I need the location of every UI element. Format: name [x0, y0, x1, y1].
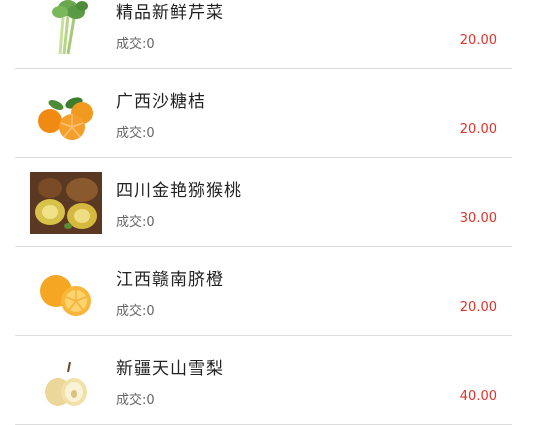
- tangerine-image: [30, 83, 102, 145]
- product-name: 广西沙糖桔: [116, 92, 206, 112]
- deal-count: 成交:0: [116, 215, 155, 230]
- product-price: 20.00: [459, 122, 497, 137]
- product-price: 30.00: [459, 211, 497, 226]
- product-price: 20.00: [459, 33, 497, 48]
- list-item[interactable]: 广西沙糖桔 成交:0 20.00: [15, 69, 512, 158]
- kiwi-image: [30, 172, 102, 234]
- deal-count: 成交:0: [116, 304, 155, 319]
- list-item[interactable]: 四川金艳猕猴桃 成交:0 30.00: [15, 158, 512, 247]
- deal-count: 成交:0: [116, 126, 155, 141]
- product-list: 精品新鲜芹菜 成交:0 20.00 广西沙糖桔 成交:0 20.00 四川金艳猕…: [15, 0, 512, 425]
- orange-image: [30, 261, 102, 323]
- product-price: 20.00: [459, 300, 497, 315]
- product-name: 江西赣南脐橙: [116, 270, 224, 290]
- product-name: 四川金艳猕猴桃: [116, 181, 242, 201]
- celery-image: [30, 0, 102, 56]
- product-name: 新疆天山雪梨: [116, 359, 224, 379]
- product-price: 40.00: [459, 389, 497, 404]
- list-item[interactable]: 新疆天山雪梨 成交:0 40.00: [15, 336, 512, 425]
- deal-count: 成交:0: [116, 37, 155, 52]
- product-name: 精品新鲜芹菜: [116, 3, 224, 23]
- deal-count: 成交:0: [116, 393, 155, 408]
- list-item[interactable]: 江西赣南脐橙 成交:0 20.00: [15, 247, 512, 336]
- list-item[interactable]: 精品新鲜芹菜 成交:0 20.00: [15, 0, 512, 69]
